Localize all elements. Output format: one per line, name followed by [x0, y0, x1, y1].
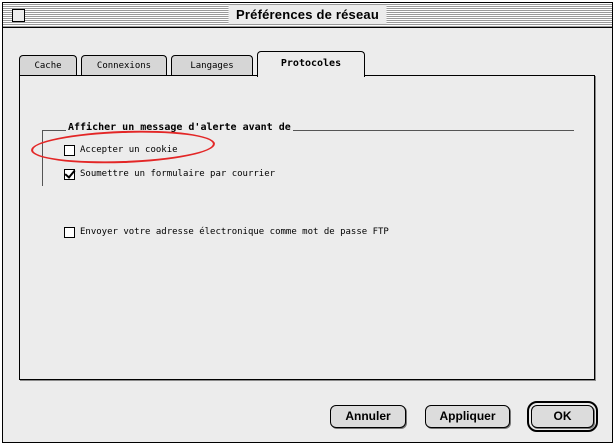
ftp-password-label[interactable]: Envoyer votre adresse électronique comme… — [80, 227, 389, 237]
window-title: Préférences de réseau — [228, 5, 387, 24]
apply-button[interactable]: Appliquer — [425, 405, 510, 428]
tab-protocoles[interactable]: Protocoles — [257, 51, 365, 77]
tab-langages[interactable]: Langages — [171, 55, 253, 76]
submit-form-checkbox[interactable] — [64, 168, 75, 180]
title-bar[interactable]: Préférences de réseau — [3, 3, 612, 28]
ok-button[interactable]: OK — [527, 401, 598, 432]
submit-form-option[interactable]: Soumettre un formulaire par courrier — [64, 167, 275, 181]
ftp-password-checkbox[interactable] — [64, 226, 75, 238]
tab-cache[interactable]: Cache — [19, 55, 77, 76]
tab-connexions[interactable]: Connexions — [81, 55, 167, 76]
cancel-button[interactable]: Annuler — [330, 405, 406, 428]
submit-form-label[interactable]: Soumettre un formulaire par courrier — [80, 169, 275, 179]
close-box[interactable] — [12, 9, 25, 22]
ftp-password-option[interactable]: Envoyer votre adresse électronique comme… — [64, 225, 389, 239]
